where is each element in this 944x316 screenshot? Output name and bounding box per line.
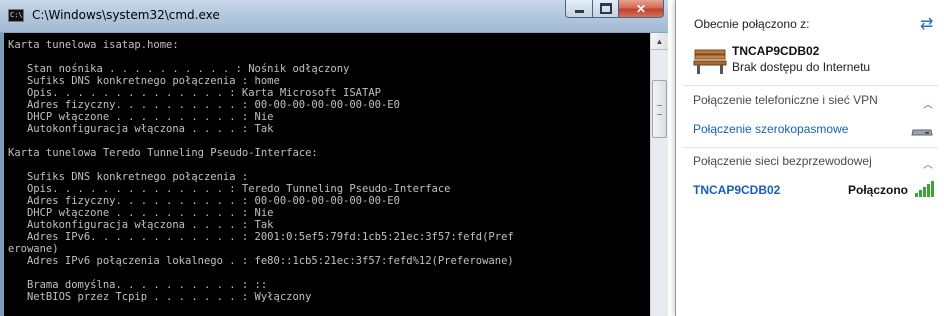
maximize-icon	[599, 3, 612, 14]
currently-connected-label: Obecnie połączono z:	[694, 17, 810, 31]
wireless-network-status: Połączono	[848, 183, 909, 197]
current-network-name: TNCAP9CDB02	[732, 44, 820, 58]
console-text: Karta tunelowa isatap.home: Stan nośnika…	[8, 39, 514, 303]
divider	[683, 147, 938, 148]
collapse-icon[interactable]: ︿	[923, 96, 933, 111]
collapse-icon[interactable]: ︿	[923, 156, 933, 171]
network-bench-icon	[693, 49, 727, 74]
broadband-connection-item[interactable]: Połączenie szerokopasmowe	[693, 122, 848, 136]
wireless-section-header[interactable]: Połączenie sieci bezprzewodowej	[693, 154, 872, 168]
close-button[interactable]: ✕	[618, 0, 664, 18]
scroll-up-arrow-icon[interactable]: ▲	[651, 33, 668, 50]
cmd-titlebar[interactable]: C:\ C:\Windows\system32\cmd.exe ✕	[0, 0, 668, 33]
current-network-status: Brak dostępu do Internetu	[732, 60, 871, 74]
cmd-app-icon[interactable]: C:\	[8, 9, 24, 22]
scroll-grip-icon	[657, 105, 662, 115]
close-icon: ✕	[635, 1, 647, 16]
wireless-network-name[interactable]: TNCAP9CDB02	[693, 183, 780, 197]
cmd-window: C:\ C:\Windows\system32\cmd.exe ✕ Karta …	[0, 0, 668, 316]
divider	[683, 85, 938, 86]
dialup-vpn-section-header[interactable]: Połączenie telefoniczne i sieć VPN	[693, 93, 878, 107]
vertical-scrollbar[interactable]: ▲	[650, 33, 668, 316]
signal-strength-icon	[915, 181, 934, 197]
window-title: C:\Windows\system32\cmd.exe	[32, 8, 220, 22]
minimize-button[interactable]	[565, 0, 593, 18]
maximize-button[interactable]	[592, 0, 619, 18]
console-output[interactable]: Karta tunelowa isatap.home: Stan nośnika…	[4, 33, 650, 316]
minimize-icon	[574, 10, 584, 13]
modem-icon	[911, 129, 933, 136]
network-flyout: Obecnie połączono z: ⇄ TNCAP9CDB02 Brak …	[675, 0, 944, 316]
scroll-thumb[interactable]	[652, 80, 667, 138]
refresh-icon[interactable]: ⇄	[920, 14, 933, 34]
